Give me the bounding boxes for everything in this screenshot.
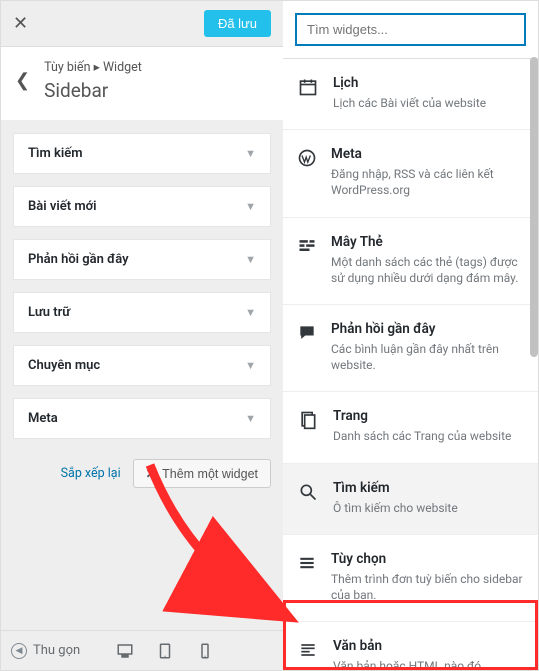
available-widget-search[interactable]: Tìm kiếm Ô tìm kiếm cho website bbox=[283, 464, 538, 535]
available-widget-comment[interactable]: Phản hồi gần đây Các bình luận gần đây nh… bbox=[283, 305, 538, 392]
widget-label: Bài viết mới bbox=[28, 199, 97, 214]
widget-title: Trang bbox=[333, 408, 511, 424]
chevron-down-icon: ▼ bbox=[245, 306, 256, 319]
sidebar-widget-item[interactable]: Tìm kiếm ▼ bbox=[13, 133, 271, 174]
calendar-icon bbox=[297, 75, 319, 111]
reorder-link[interactable]: Sắp xếp lại bbox=[61, 466, 121, 481]
close-icon[interactable]: ✕ bbox=[13, 13, 28, 34]
available-widget-pages[interactable]: Trang Danh sách các Trang của website bbox=[283, 392, 538, 463]
widget-desc: Các bình luận gần đây nhất trên website. bbox=[331, 341, 524, 373]
widget-desc: Danh sách các Trang của website bbox=[333, 428, 511, 444]
tagcloud-icon bbox=[297, 234, 317, 286]
add-widget-button[interactable]: ✕ Thêm một widget bbox=[133, 459, 271, 488]
widget-title: Tìm kiếm bbox=[333, 480, 458, 496]
widget-title: Tùy chọn bbox=[331, 551, 524, 567]
desktop-icon[interactable] bbox=[116, 642, 134, 660]
widget-desc: Văn bản hoặc HTML nào đó. bbox=[333, 658, 484, 670]
widget-desc: Một danh sách các thẻ (tags) được sử dụn… bbox=[331, 254, 524, 286]
available-widget-calendar[interactable]: Lịch Lịch các Bài viết của website bbox=[283, 59, 538, 130]
widget-title: Văn bản bbox=[333, 638, 484, 654]
widget-desc: Thêm trình đơn tuỳ biến cho sidebar của … bbox=[331, 571, 524, 603]
pages-icon bbox=[297, 408, 319, 444]
chevron-down-icon: ▼ bbox=[245, 359, 256, 372]
widget-title: Meta bbox=[331, 146, 524, 162]
chevron-down-icon: ▼ bbox=[245, 200, 256, 213]
widget-label: Phản hồi gần đây bbox=[28, 252, 129, 267]
chevron-down-icon: ▼ bbox=[245, 253, 256, 266]
saved-button[interactable]: Đã lưu bbox=[204, 10, 271, 37]
widget-label: Chuyên mục bbox=[28, 358, 100, 373]
available-widget-text[interactable]: Văn bản Văn bản hoặc HTML nào đó. bbox=[283, 622, 538, 670]
collapse-button[interactable]: ◀ Thu gọn bbox=[11, 643, 80, 659]
tablet-icon[interactable] bbox=[156, 642, 174, 660]
widget-title: Lịch bbox=[333, 75, 486, 91]
scrollbar[interactable] bbox=[530, 57, 538, 670]
breadcrumb: Tùy biến ▸ Widget bbox=[44, 59, 142, 75]
widget-title: Mây Thẻ bbox=[331, 234, 524, 250]
sidebar-widget-item[interactable]: Lưu trữ ▼ bbox=[13, 292, 271, 333]
close-icon: ✕ bbox=[146, 466, 156, 481]
widget-label: Lưu trữ bbox=[28, 305, 70, 320]
search-input[interactable] bbox=[295, 13, 526, 46]
widget-title: Phản hồi gần đây bbox=[331, 321, 524, 337]
widget-desc: Đăng nhập, RSS và các liên kết WordPress… bbox=[331, 166, 524, 198]
widget-label: Tìm kiếm bbox=[28, 146, 83, 161]
chevron-left-icon: ◀ bbox=[11, 643, 27, 659]
sidebar-widget-item[interactable]: Phản hồi gần đây ▼ bbox=[13, 239, 271, 280]
back-button[interactable]: ❮ bbox=[15, 70, 30, 91]
mobile-icon[interactable] bbox=[196, 642, 214, 660]
page-title: Sidebar bbox=[44, 79, 142, 102]
chevron-down-icon: ▼ bbox=[245, 147, 256, 160]
wordpress-icon bbox=[297, 146, 317, 198]
sidebar-widget-item[interactable]: Bài viết mới ▼ bbox=[13, 186, 271, 227]
available-widget-menu[interactable]: Tùy chọn Thêm trình đơn tuỳ biến cho side… bbox=[283, 535, 538, 622]
widget-desc: Lịch các Bài viết của website bbox=[333, 95, 486, 111]
sidebar-widget-item[interactable]: Chuyên mục ▼ bbox=[13, 345, 271, 386]
available-widget-wordpress[interactable]: Meta Đăng nhập, RSS và các liên kết WordP… bbox=[283, 130, 538, 217]
available-widget-tagcloud[interactable]: Mây Thẻ Một danh sách các thẻ (tags) được… bbox=[283, 218, 538, 305]
text-icon bbox=[297, 638, 319, 670]
comment-icon bbox=[297, 321, 317, 373]
search-icon bbox=[297, 480, 319, 516]
menu-icon bbox=[297, 551, 317, 603]
widget-desc: Ô tìm kiếm cho website bbox=[333, 500, 458, 516]
chevron-down-icon: ▼ bbox=[245, 412, 256, 425]
sidebar-widget-item[interactable]: Meta ▼ bbox=[13, 398, 271, 439]
widget-label: Meta bbox=[28, 411, 58, 426]
